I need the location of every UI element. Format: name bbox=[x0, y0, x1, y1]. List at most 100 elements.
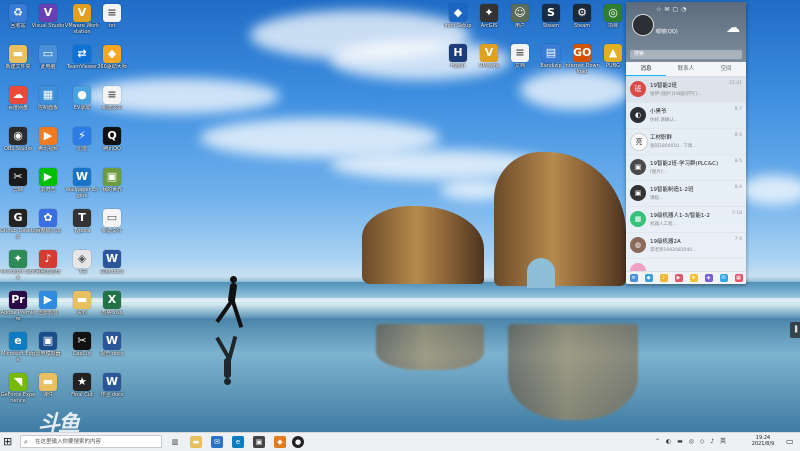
conversation-time: 7-18 bbox=[731, 211, 742, 216]
conversation-name: 19智能2班 bbox=[650, 83, 677, 89]
desktop-icon[interactable]: ▦ 控制面板 bbox=[30, 84, 66, 124]
qq-username[interactable]: 眼镜(QQ) bbox=[656, 28, 678, 35]
desktop-icon[interactable]: ▣ 雷电模拟器 bbox=[30, 330, 66, 370]
video-icon[interactable]: ▶ bbox=[674, 274, 683, 282]
runner-silhouette bbox=[215, 276, 244, 330]
apps-icon[interactable]: ▦ bbox=[734, 274, 743, 282]
qq-conversation-item[interactable]: ◐ 小黑爷 你好,请确认... 8-7 bbox=[626, 103, 746, 129]
qq-header: ☆✉▢◔ 眼镜(QQ) ☁ 搜索 bbox=[626, 2, 746, 62]
desktop-icon-label: 课件 bbox=[42, 392, 53, 398]
desktop-icon[interactable]: ▶ 迅雷影音 bbox=[30, 289, 66, 329]
qq-conversation-item[interactable]: ▣ 19智能制造1-2班 课程... 8-4 bbox=[626, 181, 746, 207]
conversation-preview: 课程... bbox=[650, 196, 664, 201]
qq-search-input[interactable]: 搜索 bbox=[630, 50, 742, 59]
control-panel-icon: ▦ bbox=[39, 86, 57, 104]
orange-app-icon[interactable]: ◆ bbox=[274, 436, 286, 448]
mail-icon[interactable]: ✉ bbox=[719, 274, 728, 282]
conversation-avatar: ▦ bbox=[630, 211, 646, 227]
desktop-icon[interactable]: W 报告.docx bbox=[94, 330, 130, 370]
conversation-preview: 机器人工程... bbox=[650, 222, 677, 227]
desktop-icon[interactable]: ◆ 360驱动大师 bbox=[94, 43, 130, 83]
desktop-icon[interactable]: ▣ 我的世界 bbox=[94, 166, 130, 206]
qq-conversation-item[interactable]: 班 19智能2班 张伊:[图片]19班同学们... 15:41 bbox=[626, 77, 746, 103]
desktop-icon[interactable]: W 作业.docx bbox=[94, 371, 130, 411]
qq-conversation-item[interactable]: ▣ 19智能2班-学习群(PLC&C) [图片]... 8-5 bbox=[626, 155, 746, 181]
desktop-icon[interactable]: ▭ 新建文件 bbox=[94, 207, 130, 247]
weather-icon[interactable]: ☁ bbox=[726, 20, 740, 36]
tab-contacts[interactable]: 联系人 bbox=[666, 62, 706, 76]
store-app-icon[interactable]: ▣ bbox=[253, 436, 265, 448]
qq-tabs: 消息 联系人 空间 bbox=[626, 62, 746, 77]
desktop-icon[interactable]: ▶ 爱奇艺 bbox=[30, 166, 66, 206]
mail-app-icon[interactable]: ✉ bbox=[211, 436, 223, 448]
desktop-icon[interactable]: V Visual Studio bbox=[30, 2, 66, 42]
music-icon[interactable]: ♪ bbox=[659, 274, 668, 282]
setup-icon: ◆ bbox=[449, 4, 467, 22]
store-icon: ✦ bbox=[9, 250, 27, 268]
clock-date: 2021/8/9 bbox=[751, 441, 775, 447]
qq-conversation-list: 班 19智能2班 张伊:[图片]19班同学们... 15:41 ◐ 小黑爷 你好,请确认..… bbox=[626, 77, 746, 284]
conversation-avatar: ◍ bbox=[630, 237, 646, 253]
desktop-icon[interactable]: ▬ 课件 bbox=[30, 371, 66, 411]
desktop-icon-label: Visual Studio bbox=[31, 23, 65, 29]
desktop-icon-label: 控制面板 bbox=[37, 105, 58, 111]
qq-header-icons[interactable]: ☆✉▢◔ bbox=[656, 6, 689, 13]
desktop-icon[interactable]: ▭ 此电脑 bbox=[30, 43, 66, 83]
tab-qzone[interactable]: 空间 bbox=[706, 62, 746, 76]
desktop-icon-label: 作业.docx bbox=[100, 392, 124, 398]
baidu-icon: ✿ bbox=[39, 209, 57, 227]
system-tray-icons[interactable]: ⌃ ◐ ▬ ◎ ◇ ♪ 英 bbox=[655, 436, 728, 445]
desktop-icon-label: 此电脑 bbox=[40, 64, 56, 70]
conversation-name: 19级机器2A bbox=[650, 239, 681, 245]
tab-messages[interactable]: 消息 bbox=[626, 62, 666, 76]
windows-start-icon[interactable]: ⊞ bbox=[3, 436, 15, 448]
desktop-icon[interactable]: X 表格.xlsx bbox=[94, 289, 130, 329]
user-photo-icon: ☺ bbox=[511, 4, 529, 22]
conversation-name: 小黑爷 bbox=[650, 109, 667, 115]
wallet-icon[interactable]: ◈ bbox=[704, 274, 713, 282]
visual-studio-icon: V bbox=[39, 4, 57, 22]
folder-icon: ▬ bbox=[9, 45, 27, 63]
capcut-icon: ✂ bbox=[9, 168, 27, 186]
thunder-icon: ⚡ bbox=[73, 127, 91, 145]
github-icon: G bbox=[9, 209, 27, 227]
desktop-icon[interactable]: ♪ 网易云音乐 bbox=[30, 248, 66, 288]
this-pc-icon: ▭ bbox=[39, 45, 57, 63]
premiere-icon: Pr bbox=[9, 291, 27, 309]
excel-icon: X bbox=[103, 291, 121, 309]
qq-conversation-item[interactable]: 亮工材职群 张同1804010...下周... 8-5 bbox=[626, 129, 746, 155]
obs-taskbar-icon[interactable]: ● bbox=[292, 436, 304, 448]
game-icon[interactable]: ◆ bbox=[644, 274, 653, 282]
runner-reflection bbox=[215, 335, 238, 390]
task-view-icon[interactable]: ▥ bbox=[169, 436, 181, 448]
desktop-icon-label: 文档.docx bbox=[100, 269, 124, 275]
folder-icon: ▬ bbox=[73, 291, 91, 309]
conversation-preview: 李老师1942083040... bbox=[650, 248, 697, 253]
word-doc-icon: W bbox=[103, 332, 121, 350]
pubg-icon: ▲ bbox=[604, 44, 622, 62]
desktop-icon-label: txt bbox=[108, 23, 116, 29]
qq-conversation-item[interactable]: ▦ 19级机器人1-3/智能1-2 机器人工程... 7-18 bbox=[626, 207, 746, 233]
hyper-icon: H bbox=[449, 44, 467, 62]
desktop-icon-label: 新建文本 bbox=[101, 105, 122, 111]
desktop-icon[interactable]: ≡ 新建文本 bbox=[94, 84, 130, 124]
menu-icon[interactable]: ≡ bbox=[629, 274, 638, 282]
file-explorer-icon[interactable]: ▬ bbox=[190, 436, 202, 448]
vmware-icon: V bbox=[73, 4, 91, 22]
qq-main-panel[interactable]: ☆✉▢◔ 眼镜(QQ) ☁ 搜索 消息 联系人 空间 班 19智能2班 张伊:[图片… bbox=[626, 2, 746, 284]
qzone-icon[interactable]: ★ bbox=[689, 274, 698, 282]
conversation-preview: 张同1804010...下周... bbox=[650, 144, 697, 149]
desktop-icon[interactable]: W 文档.docx bbox=[94, 248, 130, 288]
edge-browser-icon[interactable]: e bbox=[232, 436, 244, 448]
qq-conversation-item[interactable]: ◍ 19级机器2A 李老师1942083040... 7-4 bbox=[626, 233, 746, 259]
desktop-icon[interactable]: ✿ 百度输入法 bbox=[30, 207, 66, 247]
conversation-time: 7-4 bbox=[734, 237, 742, 242]
taskbar-clock[interactable]: 19:24 2021/8/9 bbox=[748, 435, 778, 447]
desktop-icon[interactable]: Q 腾讯QQ bbox=[94, 125, 130, 165]
desktop-icon[interactable]: ≡ txt bbox=[94, 2, 130, 42]
taskbar-search-input[interactable]: ⌕ 在这里输入你要搜索的内容 bbox=[20, 435, 162, 448]
qq-avatar[interactable] bbox=[632, 14, 654, 36]
desktop-icon[interactable]: ▶ 腾讯视频 bbox=[30, 125, 66, 165]
notification-center-icon[interactable]: ▭ bbox=[786, 437, 794, 446]
side-panel-handle[interactable]: ▐ bbox=[790, 322, 800, 338]
